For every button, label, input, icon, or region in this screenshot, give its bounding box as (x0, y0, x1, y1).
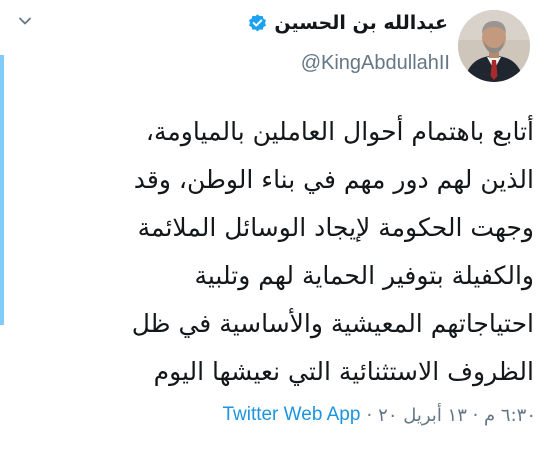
tweet-body-line: الذين لهم دور مهم في بناء الوطن، وقد (133, 165, 534, 194)
chevron-down-icon[interactable] (18, 14, 32, 28)
tweet-card: عبدالله بن الحسين @KingAbdullahII أتابع … (0, 0, 550, 469)
profile-photo-icon (458, 10, 530, 82)
meta-separator: · (366, 404, 373, 426)
tweet-body-line: أتابع باهتمام أحوال العاملين بالمياومة، (145, 117, 534, 146)
tweet-body: أتابع باهتمام أحوال العاملين بالمياومة، … (64, 108, 534, 396)
verified-badge-icon (249, 13, 267, 31)
tweet-meta: Twitter Web App · ٦:٣٠ م · ١٣ أبريل ٢٠ (222, 404, 536, 426)
display-name[interactable]: عبدالله بن الحسين (274, 12, 448, 34)
user-handle[interactable]: @KingAbdullahII (301, 52, 450, 75)
timestamp[interactable]: ٦:٣٠ م · ١٣ أبريل ٢٠ (378, 405, 536, 426)
source-link[interactable]: Twitter Web App (222, 404, 360, 426)
tweet-body-line: وجهت الحكومة لإيجاد الوسائل الملائمة (137, 213, 534, 242)
author-name-row: عبدالله بن الحسين (247, 12, 448, 34)
tweet-body-line: والكفيلة بتوفير الحماية لهم وتلبية (194, 261, 534, 290)
tweet-body-line: احتياجاتهم المعيشية والأساسية في ظل (131, 309, 534, 338)
avatar[interactable] (458, 10, 530, 82)
tweet-body-line: الظروف الاستثنائية التي نعيشها اليوم (153, 357, 534, 386)
